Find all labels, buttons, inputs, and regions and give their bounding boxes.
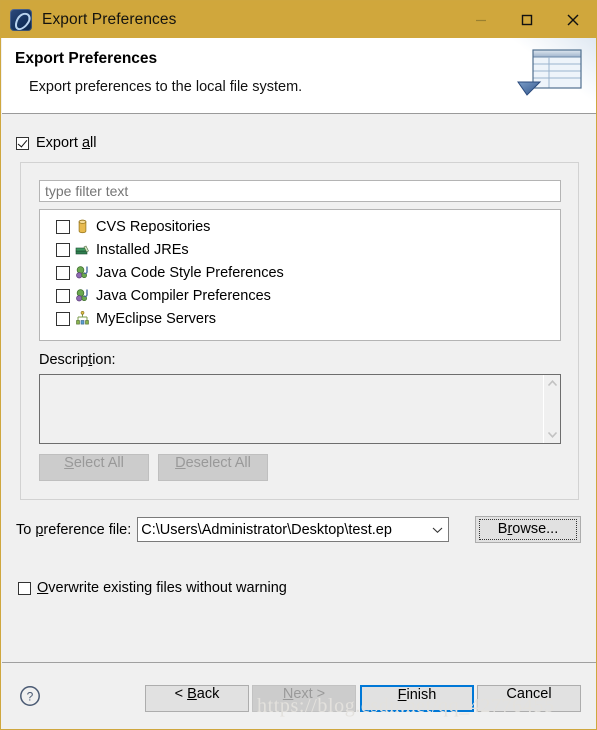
export-all-checkbox[interactable]: Export all (16, 135, 96, 151)
description-label: Description: (39, 352, 116, 368)
description-scrollbar[interactable] (543, 375, 560, 443)
cvs-repository-icon (74, 218, 91, 235)
overwrite-check-box[interactable] (18, 581, 31, 595)
finish-button[interactable]: Finish (360, 685, 474, 712)
export-all-check-box[interactable] (16, 136, 29, 150)
help-question-icon[interactable]: ? (19, 685, 41, 707)
dialog-footer: ? < Back Next > Finish Cancel (2, 663, 596, 729)
tree-item-check-box[interactable] (56, 265, 70, 280)
preferences-group: CVS Repositories Installed JREs (20, 162, 579, 500)
cancel-button[interactable]: Cancel (477, 685, 581, 712)
preference-file-label: To preference file: (16, 521, 132, 538)
scroll-down-icon (547, 431, 557, 438)
tree-item-label: Java Code Style Preferences (96, 264, 284, 281)
next-button[interactable]: Next > (252, 685, 356, 712)
window-controls (458, 1, 596, 38)
tree-item-check-box[interactable] (56, 311, 70, 326)
java-preferences-icon (74, 264, 91, 281)
svg-text:?: ? (27, 689, 34, 703)
export-table-icon (500, 38, 596, 113)
preference-file-row: To preference file: C:\Users\Administrat… (16, 517, 450, 542)
tree-item-myeclipse-servers[interactable]: MyEclipse Servers (40, 307, 560, 330)
browse-button-label: Browse... (478, 519, 578, 540)
tree-item-label: Installed JREs (96, 241, 189, 258)
myeclipse-logo-icon (10, 8, 32, 31)
dialog-body: Export all CVS Repositories (2, 114, 596, 662)
preference-file-combo[interactable]: C:\Users\Administrator\Desktop\test.ep (137, 517, 450, 542)
page-title: Export Preferences (15, 50, 158, 67)
overwrite-existing-files-checkbox[interactable]: Overwrite existing files without warning (18, 580, 287, 596)
overwrite-label: Overwrite existing files without warning (37, 580, 287, 596)
preferences-tree[interactable]: CVS Repositories Installed JREs Java Cod… (39, 209, 561, 341)
minimize-icon[interactable] (458, 1, 504, 38)
deselect-all-button[interactable]: Deselect All (158, 454, 268, 481)
tree-item-check-box[interactable] (56, 242, 70, 257)
preference-file-value: C:\Users\Administrator\Desktop\test.ep (141, 521, 392, 538)
tree-item-check-box[interactable] (56, 288, 70, 303)
page-description: Export preferences to the local file sys… (29, 79, 303, 95)
export-preferences-dialog: Export Preferences Export Preferences Ex… (0, 0, 597, 730)
export-all-label: Export all (36, 135, 97, 151)
tree-item-label: CVS Repositories (96, 218, 211, 235)
tree-item-label: Java Compiler Preferences (96, 287, 271, 304)
tree-item-java-compiler-preferences[interactable]: Java Compiler Preferences (40, 284, 560, 307)
maximize-icon[interactable] (504, 1, 550, 38)
dialog-header: Export Preferences Export preferences to… (2, 38, 596, 113)
tree-item-java-code-style-preferences[interactable]: Java Code Style Preferences (40, 261, 560, 284)
description-box[interactable] (39, 374, 561, 444)
close-icon[interactable] (550, 1, 596, 38)
title-bar: Export Preferences (1, 1, 596, 38)
select-all-button[interactable]: Select All (39, 454, 149, 481)
scroll-up-icon (547, 380, 557, 387)
java-preferences-icon (74, 287, 91, 304)
filter-input[interactable] (39, 180, 561, 202)
tree-item-label: MyEclipse Servers (96, 310, 217, 327)
tree-item-check-box[interactable] (56, 219, 70, 234)
chevron-down-icon[interactable] (427, 518, 449, 541)
browse-button[interactable]: Browse... (475, 516, 581, 543)
tree-item-cvs-repositories[interactable]: CVS Repositories (40, 215, 560, 238)
tree-item-installed-jres[interactable]: Installed JREs (40, 238, 560, 261)
back-button[interactable]: < Back (145, 685, 249, 712)
installed-jre-icon (74, 241, 91, 258)
myeclipse-servers-icon (74, 310, 91, 327)
window-title: Export Preferences (42, 10, 177, 28)
